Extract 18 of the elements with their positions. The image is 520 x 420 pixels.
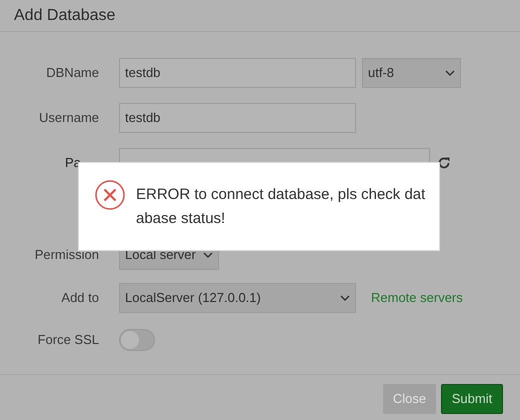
- text-field[interactable]: testdb: [119, 103, 356, 133]
- toggle-switch[interactable]: [119, 329, 155, 351]
- field-label: Add to: [60, 289, 100, 308]
- refresh-icon[interactable]: [437, 156, 451, 170]
- chevron-icon: [445, 70, 455, 76]
- chevron-icon: [203, 252, 213, 258]
- field-label: Permission: [34, 246, 100, 264]
- field-label: DBName: [45, 64, 100, 82]
- select-field[interactable]: utf-8: [362, 58, 461, 88]
- error-icon: [95, 180, 125, 210]
- field-label: Force SSL: [36, 331, 100, 350]
- select-field[interactable]: LocalServer (127.0.0.1): [119, 283, 356, 313]
- dialog-title: Add Database: [14, 6, 116, 26]
- text-field[interactable]: testdb: [119, 58, 356, 88]
- field-label: Username: [38, 109, 100, 128]
- submit-button[interactable]: Submit: [441, 384, 503, 414]
- error-message: ERROR to connect database, pls check dat abase status!: [136, 185, 426, 229]
- chevron-icon: [340, 295, 350, 301]
